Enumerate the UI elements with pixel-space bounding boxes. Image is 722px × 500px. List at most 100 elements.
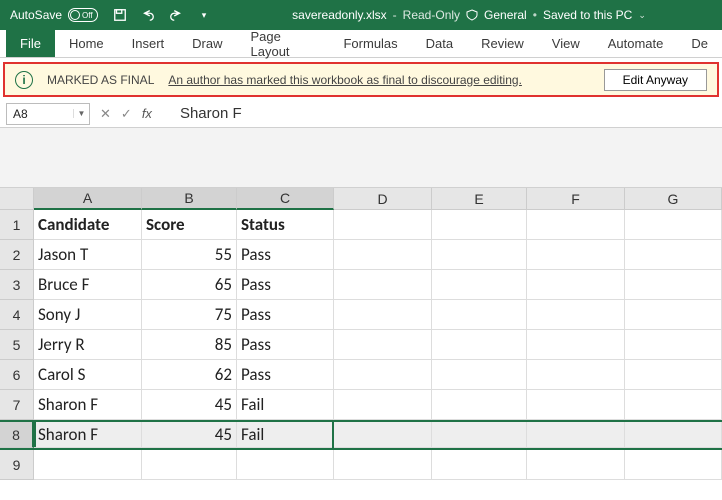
cell[interactable] (527, 300, 625, 330)
fx-icon[interactable]: fx (142, 106, 152, 121)
col-header-c[interactable]: C (237, 188, 334, 210)
cell[interactable] (432, 330, 527, 360)
select-all-corner[interactable] (0, 188, 34, 210)
cell[interactable]: Sony J (34, 300, 142, 330)
cell[interactable] (625, 390, 722, 420)
cell[interactable]: 85 (142, 330, 237, 360)
cell[interactable]: 65 (142, 270, 237, 300)
tab-home[interactable]: Home (55, 30, 118, 57)
col-header-b[interactable]: B (142, 188, 237, 210)
cell[interactable]: Pass (237, 270, 334, 300)
cell[interactable]: Jerry R (34, 330, 142, 360)
row-header[interactable]: 2 (0, 240, 34, 270)
cell[interactable] (334, 390, 432, 420)
cell[interactable] (432, 390, 527, 420)
cell[interactable]: 62 (142, 360, 237, 390)
row-header[interactable]: 7 (0, 390, 34, 420)
tab-file[interactable]: File (6, 30, 55, 57)
undo-icon[interactable] (140, 7, 156, 23)
tab-pagelayout[interactable]: Page Layout (237, 30, 330, 57)
cell[interactable] (237, 450, 334, 480)
cell[interactable]: Sharon F (34, 390, 142, 420)
col-header-e[interactable]: E (432, 188, 527, 210)
cell[interactable] (527, 390, 625, 420)
row-header[interactable]: 9 (0, 450, 34, 480)
cell[interactable] (334, 450, 432, 480)
cell[interactable] (625, 300, 722, 330)
cell[interactable]: Carol S (34, 360, 142, 390)
cell[interactable]: Pass (237, 300, 334, 330)
cell[interactable] (334, 210, 432, 240)
cell[interactable]: 75 (142, 300, 237, 330)
cell[interactable] (334, 240, 432, 270)
cell[interactable] (432, 450, 527, 480)
row-header[interactable]: 3 (0, 270, 34, 300)
row-header[interactable]: 8 (0, 422, 34, 448)
cell[interactable] (334, 330, 432, 360)
cell[interactable] (625, 422, 722, 448)
cell[interactable] (334, 270, 432, 300)
col-header-d[interactable]: D (334, 188, 432, 210)
cell[interactable]: Fail (237, 390, 334, 420)
cell[interactable] (625, 210, 722, 240)
cell[interactable] (527, 240, 625, 270)
row-header[interactable]: 5 (0, 330, 34, 360)
cell[interactable] (527, 360, 625, 390)
cell[interactable] (432, 210, 527, 240)
cell[interactable]: 45 (142, 390, 237, 420)
col-header-g[interactable]: G (625, 188, 722, 210)
cell[interactable] (625, 330, 722, 360)
cell[interactable]: Pass (237, 360, 334, 390)
tab-review[interactable]: Review (467, 30, 538, 57)
title-dropdown-icon[interactable]: ⌄ (638, 10, 646, 21)
cell[interactable] (142, 450, 237, 480)
cell[interactable]: 45 (142, 422, 237, 448)
confirm-icon[interactable]: ✓ (121, 106, 132, 122)
cell[interactable] (432, 240, 527, 270)
cell[interactable]: Jason T (34, 240, 142, 270)
qat-dropdown-icon[interactable]: ▾ (196, 7, 212, 23)
tab-view[interactable]: View (538, 30, 594, 57)
cell[interactable]: Bruce F (34, 270, 142, 300)
cancel-icon[interactable]: ✕ (100, 106, 111, 122)
cell[interactable] (625, 360, 722, 390)
cell[interactable] (34, 450, 142, 480)
save-icon[interactable] (112, 7, 128, 23)
cell[interactable] (625, 240, 722, 270)
formula-input[interactable]: Sharon F (162, 105, 722, 122)
tab-automate[interactable]: Automate (594, 30, 678, 57)
name-box[interactable]: A8 ▼ (6, 103, 90, 125)
cell[interactable] (527, 210, 625, 240)
tab-formulas[interactable]: Formulas (329, 30, 411, 57)
cell[interactable] (625, 270, 722, 300)
cell[interactable]: Sharon F (34, 422, 142, 448)
tab-draw[interactable]: Draw (178, 30, 236, 57)
cell[interactable] (432, 300, 527, 330)
cell[interactable]: 55 (142, 240, 237, 270)
cell[interactable] (527, 422, 625, 448)
spreadsheet-grid[interactable]: A B C D E F G 1 Candidate Score Status 2… (0, 188, 722, 480)
cell[interactable] (334, 300, 432, 330)
cell[interactable] (527, 270, 625, 300)
cell[interactable]: Pass (237, 330, 334, 360)
autosave-toggle[interactable]: Off (68, 8, 98, 22)
name-box-dropdown-icon[interactable]: ▼ (73, 109, 89, 118)
cell[interactable] (334, 422, 432, 448)
cell[interactable] (432, 270, 527, 300)
row-header[interactable]: 4 (0, 300, 34, 330)
cell[interactable] (334, 360, 432, 390)
tab-developer[interactable]: De (677, 30, 722, 57)
row-header[interactable]: 6 (0, 360, 34, 390)
cell[interactable]: Candidate (34, 210, 142, 240)
row-header[interactable]: 1 (0, 210, 34, 240)
cell[interactable]: Pass (237, 240, 334, 270)
cell[interactable] (527, 450, 625, 480)
cell[interactable]: Status (237, 210, 334, 240)
col-header-a[interactable]: A (34, 188, 142, 210)
cell[interactable] (625, 450, 722, 480)
tab-data[interactable]: Data (412, 30, 467, 57)
cell[interactable] (432, 360, 527, 390)
cell[interactable] (527, 330, 625, 360)
redo-icon[interactable] (168, 7, 184, 23)
tab-insert[interactable]: Insert (118, 30, 179, 57)
